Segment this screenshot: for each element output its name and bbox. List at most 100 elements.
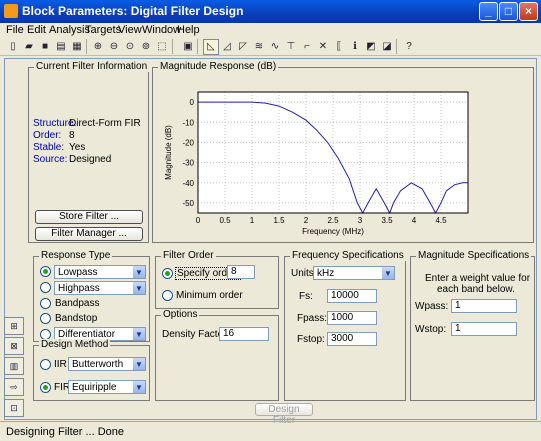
zoom-in-icon[interactable]: ⊕ <box>90 39 106 55</box>
phase-icon[interactable]: ◿ <box>219 39 235 55</box>
zoom-out-icon[interactable]: ⊖ <box>106 39 122 55</box>
print-icon[interactable]: ▤ <box>53 39 69 55</box>
realize-icon[interactable]: ⊡ <box>4 399 24 417</box>
open-icon[interactable]: ▰ <box>21 39 37 55</box>
x-tick-label: 0.5 <box>219 216 231 225</box>
status-bar: Designing Filter ... Done <box>0 421 541 441</box>
store-filter-button[interactable]: Store Filter ... <box>35 210 143 224</box>
info-icon[interactable]: ℹ <box>347 39 363 55</box>
print-preview-icon[interactable]: ▦ <box>69 39 85 55</box>
noise-icon[interactable]: ◪ <box>379 39 395 55</box>
fir-radio[interactable] <box>40 382 51 393</box>
density-factor-input[interactable]: 16 <box>219 327 269 341</box>
response-type-panel: Response Type Lowpass ▼ Highpass ▼ Bandpas… <box>33 250 150 342</box>
multirate-icon[interactable]: ▥ <box>4 357 24 375</box>
order-value: 8 <box>69 130 75 141</box>
import-icon[interactable]: ⇨ <box>4 378 24 396</box>
impulse-icon[interactable]: ⊤ <box>283 39 299 55</box>
y-tick-label: 0 <box>190 98 195 107</box>
frequency-specs-panel: Frequency Specifications Units: kHz ▼ Fs:… <box>284 250 406 401</box>
menu-analysis[interactable]: Analysis <box>49 24 90 36</box>
coefficients-icon[interactable]: ⟦ <box>331 39 347 55</box>
wstop-input[interactable]: 1 <box>451 322 517 336</box>
filter-manager-button[interactable]: Filter Manager ... <box>35 227 143 241</box>
magnitude-plot[interactable]: 0 0.5 1 1.5 2 2.5 3 3.5 4 4.5 0 -10 -20 -30 -40 -50 Fre… <box>153 70 531 240</box>
menu-help[interactable]: Help <box>177 24 200 36</box>
filter-order-title: Filter Order <box>161 250 216 261</box>
wpass-label: Wpass: <box>415 301 449 312</box>
minimize-button[interactable]: _ <box>479 2 498 21</box>
transform-icon[interactable]: ⊠ <box>4 337 24 355</box>
order-label: Order: <box>33 130 62 141</box>
weight-note-line2: each band below. <box>437 284 515 295</box>
y-tick-label: -30 <box>182 159 194 168</box>
fpass-label: Fpass: <box>297 313 328 324</box>
fir-method-select[interactable]: Equiripple ▼ <box>68 380 146 394</box>
x-tick-label: 1 <box>250 216 255 225</box>
bandpass-label: Bandpass <box>55 298 100 309</box>
maximize-button[interactable]: □ <box>499 2 518 21</box>
group-delay-icon[interactable]: ≋ <box>251 39 267 55</box>
highpass-select[interactable]: Highpass ▼ <box>54 281 146 295</box>
zoom-y-icon[interactable]: ⊚ <box>138 39 154 55</box>
weight-note-line1: Enter a weight value for <box>425 273 531 284</box>
structure-value: Direct-Form FIR <box>69 118 141 129</box>
bandpass-radio[interactable] <box>40 298 51 309</box>
lowpass-radio[interactable] <box>40 266 51 277</box>
wpass-input[interactable]: 1 <box>451 299 517 313</box>
stable-label: Stable: <box>33 142 65 153</box>
menu-targets[interactable]: Targets <box>85 24 121 36</box>
lowpass-select[interactable]: Lowpass ▼ <box>54 265 146 279</box>
pole-zero-icon[interactable]: ✕ <box>315 39 331 55</box>
fstop-label: Fstop: <box>297 334 325 345</box>
menu-edit[interactable]: Edit <box>27 24 46 36</box>
menu-bar: File Edit Analysis Targets View Window H… <box>0 23 541 37</box>
y-tick-label: -10 <box>182 118 194 127</box>
menu-window[interactable]: Window <box>142 24 181 36</box>
order-input[interactable]: 8 <box>227 265 255 279</box>
iir-label: IIR <box>54 359 67 370</box>
zoom-x-icon[interactable]: ⊙ <box>122 39 138 55</box>
bandstop-radio[interactable] <box>40 313 51 324</box>
x-tick-label: 2 <box>304 216 309 225</box>
x-tick-label: 1.5 <box>273 216 285 225</box>
whats-this-icon[interactable]: ? <box>401 39 417 55</box>
highpass-radio[interactable] <box>40 282 51 293</box>
wstop-label: Wstop: <box>415 324 447 335</box>
step-icon[interactable]: ⌐ <box>299 39 315 55</box>
full-view-icon[interactable]: ⬚ <box>154 39 170 55</box>
options-panel: Options Density Factor: 16 <box>155 309 279 401</box>
phase-delay-icon[interactable]: ∿ <box>267 39 283 55</box>
main-panel: Current Filter Information Structure: Di… <box>4 58 537 426</box>
fstop-input[interactable]: 3000 <box>327 332 377 346</box>
close-button[interactable]: × <box>519 2 538 21</box>
magnitude-response-panel: Magnitude Response (dB) 0 0.5 1 1.5 2 2.5 3 3.5… <box>152 61 534 243</box>
iir-radio[interactable] <box>40 359 51 370</box>
menu-file[interactable]: File <box>6 24 24 36</box>
tolerance-icon[interactable]: ◩ <box>363 39 379 55</box>
mag-phase-icon[interactable]: ◸ <box>235 39 251 55</box>
magnitude-specs-title: Magnitude Specifications <box>416 250 532 261</box>
menu-view[interactable]: View <box>118 24 142 36</box>
fpass-input[interactable]: 1000 <box>327 311 377 325</box>
filter-info-panel: Current Filter Information Structure: Di… <box>28 61 150 243</box>
design-panel-icon[interactable]: ⊞ <box>4 317 24 335</box>
source-label: Source: <box>33 154 68 165</box>
save-icon[interactable]: ■ <box>37 39 53 55</box>
minimum-order-radio[interactable] <box>162 290 173 301</box>
fs-input[interactable]: 10000 <box>327 289 377 303</box>
toolbar: ▯ ▰ ■ ▤ ▦ ⊕ ⊖ ⊙ ⊚ ⬚ ▣ ◺ ◿ ◸ ≋ ∿ ⊤ ⌐ ✕ ⟦ … <box>0 37 541 56</box>
x-tick-label: 0 <box>196 216 201 225</box>
units-select[interactable]: kHz ▼ <box>313 266 395 280</box>
new-icon[interactable]: ▯ <box>5 39 21 55</box>
specify-order-radio[interactable] <box>162 268 173 279</box>
y-tick-label: -40 <box>182 179 194 188</box>
x-tick-label: 3.5 <box>381 216 393 225</box>
filter-manager-icon[interactable]: ▣ <box>180 39 196 55</box>
magnitude-icon[interactable]: ◺ <box>203 39 219 55</box>
y-tick-label: -20 <box>182 138 194 147</box>
design-filter-button[interactable]: Design Filter <box>255 403 313 426</box>
x-tick-label: 2.5 <box>327 216 339 225</box>
iir-method-select[interactable]: Butterworth ▼ <box>68 357 146 371</box>
magnitude-specs-panel: Magnitude Specifications Enter a weight … <box>410 250 535 401</box>
